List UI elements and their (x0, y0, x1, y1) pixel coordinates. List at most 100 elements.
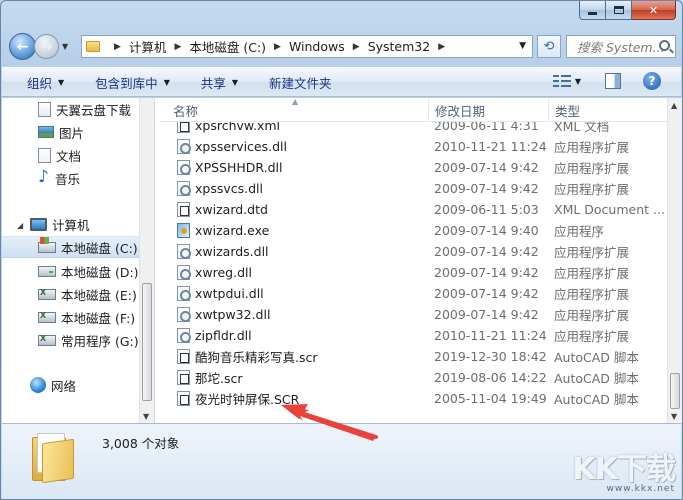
table-row[interactable]: xwreg.dll 2009-07-14 9:42 应用程序扩展 (159, 262, 668, 283)
include-in-library-menu[interactable]: 包含到库中 ▼ (95, 73, 170, 92)
dll-file-icon (177, 244, 191, 259)
column-headers: ▲ 名称 修改日期 类型 (159, 98, 682, 122)
chevron-right-icon[interactable]: ▶ (114, 42, 121, 52)
address-dropdown-icon[interactable]: ▼ (519, 41, 526, 51)
table-row[interactable]: 夜光时钟屏保.SCR 2005-11-04 19:49 AutoCAD 脚本 (159, 388, 668, 409)
breadcrumb-system32[interactable]: System32 (368, 39, 431, 54)
new-folder-button[interactable]: 新建文件夹 (269, 73, 332, 92)
nav-item-drive-d[interactable]: 本地磁盘 (D:) (38, 260, 139, 282)
music-icon (38, 167, 50, 187)
file-type: 应用程序扩展 (554, 329, 630, 344)
refresh-button[interactable]: ⟲ (537, 35, 561, 58)
nav-item-music[interactable]: 音乐 (38, 167, 80, 189)
drive-c-icon (38, 236, 56, 253)
file-name: xwtpw32.dll (195, 307, 271, 322)
scroll-down-icon[interactable]: ▼ (143, 412, 149, 421)
table-row[interactable]: xwtpw32.dll 2009-07-14 9:42 应用程序扩展 (159, 304, 668, 325)
search-input[interactable]: 搜索 System... (566, 35, 676, 58)
documents-icon (38, 147, 51, 163)
breadcrumb-drive-c[interactable]: 本地磁盘 (C:) (189, 37, 266, 56)
explorer-window: ✕ ← → ▼ ▶ 计算机 ▶ 本地磁盘 (C:) ▶ Windows ▶ Sy… (0, 0, 683, 500)
dll-file-icon (177, 160, 191, 175)
arrow-left-icon: ← (16, 38, 29, 55)
watermark-logo: KK下载 www.kkx.net (573, 444, 676, 494)
table-row[interactable]: 酷狗音乐精彩写真.scr 2019-12-30 18:42 AutoCAD 脚本 (159, 346, 668, 367)
breadcrumb-computer[interactable]: 计算机 (129, 37, 167, 56)
dll-file-icon (177, 265, 191, 280)
view-options-icon[interactable] (552, 74, 571, 88)
nav-label: 常用程序 (G:) (61, 333, 139, 349)
folder-icon (32, 433, 76, 484)
watermark-text: KK下载 (572, 452, 676, 487)
help-icon[interactable]: ? (643, 72, 661, 90)
scroll-up-icon[interactable]: ▲ (671, 101, 677, 110)
nav-item-drive-g[interactable]: 常用程序 (G:) (38, 329, 139, 351)
navpane-scrollbar[interactable]: ▼ (139, 98, 154, 423)
column-name[interactable]: 名称 (167, 98, 429, 122)
drive-icon (38, 311, 56, 323)
table-row[interactable]: 那坨.scr 2019-08-06 14:22 AutoCAD 脚本 (159, 367, 668, 388)
file-type: XML Document ... (554, 202, 665, 217)
file-rows: xpsrchvw.xml 2009-06-11 4:31 XML 文档 xpsserv… (159, 115, 668, 409)
file-name: xwreg.dll (195, 265, 252, 280)
nav-label: 音乐 (55, 171, 81, 187)
file-icon (177, 391, 190, 406)
file-date: 2009-07-14 9:42 (434, 244, 539, 259)
nav-item-drive-e[interactable]: 本地磁盘 (E:) (38, 283, 137, 305)
expand-collapse-icon[interactable]: ◢ (17, 221, 23, 230)
organize-menu[interactable]: 组织 ▼ (27, 73, 64, 92)
nav-label: 图片 (59, 125, 85, 141)
nav-item-pictures[interactable]: 图片 (38, 121, 84, 143)
file-type: 应用程序扩展 (554, 266, 630, 281)
file-icon (177, 202, 190, 217)
table-row[interactable]: xwizards.dll 2009-07-14 9:42 应用程序扩展 (159, 241, 668, 262)
table-row[interactable]: xpsservices.dll 2010-11-21 11:24 应用程序扩展 (159, 136, 668, 157)
maximize-button[interactable] (606, 1, 632, 20)
scroll-down-icon[interactable]: ▼ (671, 412, 677, 421)
chevron-right-icon[interactable]: ▶ (174, 42, 181, 52)
command-bar: 组织 ▼ 包含到库中 ▼ 共享 ▼ 新建文件夹 ▼ ? (2, 67, 681, 97)
file-name: xwizard.exe (195, 223, 270, 238)
address-bar[interactable]: ▶ 计算机 ▶ 本地磁盘 (C:) ▶ Windows ▶ System32 ▶… (81, 35, 533, 58)
chevron-right-icon[interactable]: ▶ (438, 42, 445, 52)
nav-item-drive-c[interactable]: 本地磁盘 (C:) (2, 236, 139, 258)
preview-pane-icon[interactable] (605, 73, 621, 89)
forward-button[interactable]: → (34, 34, 59, 59)
file-list-scroll-thumb[interactable] (670, 373, 680, 409)
file-date: 2009-07-14 9:42 (434, 160, 539, 175)
table-row[interactable]: zipfldr.dll 2010-11-21 11:24 应用程序扩展 (159, 325, 668, 346)
nav-item-network[interactable]: 网络 (30, 374, 76, 396)
view-dropdown-icon[interactable]: ▼ (575, 77, 581, 86)
column-type[interactable]: 类型 (549, 98, 668, 122)
column-date-modified[interactable]: 修改日期 (429, 98, 549, 122)
file-list-scrollbar[interactable]: ▲ ▼ (667, 98, 682, 423)
nav-item-drive-f[interactable]: 本地磁盘 (F:) (38, 306, 135, 328)
table-row[interactable]: xwizard.exe 2009-07-14 9:40 应用程序 (159, 220, 668, 241)
close-button[interactable]: ✕ (632, 1, 676, 20)
chevron-down-icon: ▼ (231, 77, 239, 87)
maximize-icon (613, 6, 624, 14)
table-row[interactable]: xpssvcs.dll 2009-07-14 9:42 应用程序扩展 (159, 178, 668, 199)
minimize-button[interactable] (579, 1, 606, 20)
search-icon[interactable] (659, 40, 670, 51)
chevron-down-icon: ▼ (163, 77, 170, 87)
navigation-bar: ← → ▼ ▶ 计算机 ▶ 本地磁盘 (C:) ▶ Windows ▶ Syst… (9, 30, 676, 63)
table-row[interactable]: xwizard.dtd 2009-06-11 5:03 XML Document .… (159, 199, 668, 220)
back-button[interactable]: ← (9, 33, 36, 60)
minimize-icon (588, 11, 597, 15)
search-placeholder: 搜索 System... (577, 40, 665, 55)
file-date: 2010-11-21 11:24 (434, 328, 547, 343)
nav-item-cloud-downloads[interactable]: 天翼云盘下载 (38, 98, 131, 120)
nav-item-documents[interactable]: 文档 (38, 144, 81, 166)
nav-item-computer[interactable]: 计算机 (30, 213, 90, 235)
navpane-scroll-thumb[interactable] (142, 283, 152, 401)
table-row[interactable]: XPSSHHDR.dll 2009-07-14 9:42 应用程序扩展 (159, 157, 668, 178)
dll-file-icon (177, 307, 191, 322)
chevron-right-icon[interactable]: ▶ (353, 42, 360, 52)
breadcrumb-windows[interactable]: Windows (289, 39, 345, 54)
chevron-right-icon[interactable]: ▶ (274, 42, 281, 52)
file-name: xpssvcs.dll (195, 181, 263, 196)
share-menu[interactable]: 共享 ▼ (201, 73, 238, 92)
recent-pages-dropdown[interactable]: ▼ (62, 42, 68, 51)
table-row[interactable]: xwtpdui.dll 2009-07-14 9:42 应用程序扩展 (159, 283, 668, 304)
